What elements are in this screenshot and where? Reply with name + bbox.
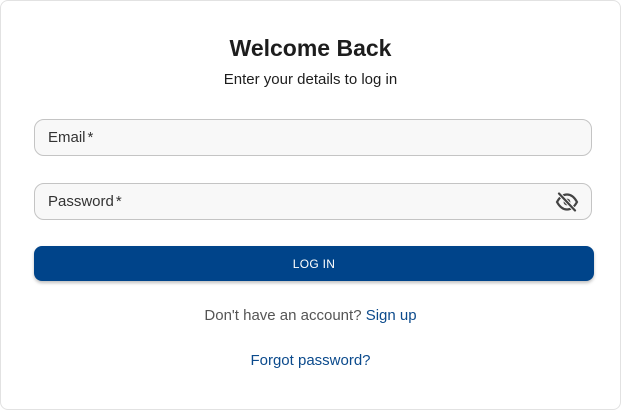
password-input[interactable] bbox=[35, 184, 591, 219]
eye-off-icon[interactable] bbox=[555, 192, 579, 212]
password-field[interactable]: Password * bbox=[34, 183, 592, 220]
signup-link[interactable]: Sign up bbox=[366, 307, 417, 324]
signup-prompt: Don't have an account? bbox=[204, 307, 362, 324]
email-input[interactable] bbox=[35, 120, 591, 155]
email-field[interactable]: Email * bbox=[34, 119, 592, 156]
signup-row: Don't have an account? Sign up bbox=[1, 307, 620, 324]
page-subtitle: Enter your details to log in bbox=[223, 71, 398, 88]
forgot-password-row: Forgot password? bbox=[1, 352, 620, 369]
page-title: Welcome Back bbox=[229, 35, 392, 61]
forgot-password-link[interactable]: Forgot password? bbox=[250, 352, 370, 369]
login-card: Welcome Back Enter your details to log i… bbox=[0, 0, 621, 410]
login-button[interactable]: LOG IN bbox=[34, 246, 594, 281]
